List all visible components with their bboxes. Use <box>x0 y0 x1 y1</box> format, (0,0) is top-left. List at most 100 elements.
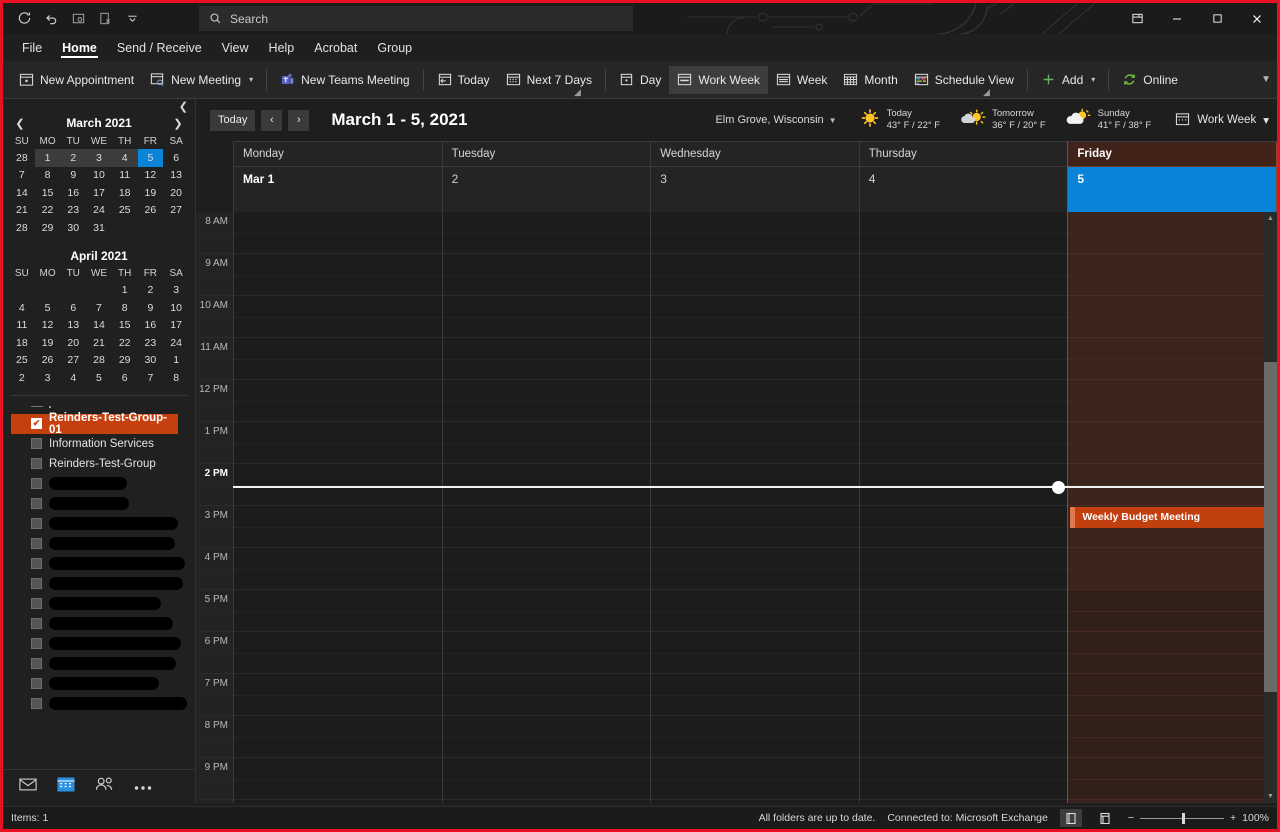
minical-day[interactable]: 11 <box>112 167 138 185</box>
calendar-checkbox[interactable] <box>31 678 42 689</box>
calendar-checkbox[interactable] <box>31 658 42 669</box>
time-slot[interactable] <box>442 758 651 800</box>
menu-item-home[interactable]: Home <box>53 37 106 58</box>
minical-day[interactable]: 9 <box>60 167 86 185</box>
time-slot[interactable] <box>1068 338 1276 380</box>
menu-item-view[interactable]: View <box>213 37 258 58</box>
minical-day[interactable]: 19 <box>35 334 61 352</box>
minical-day[interactable]: 21 <box>86 334 112 352</box>
minical-day[interactable]: 8 <box>35 167 61 185</box>
reading-view-button[interactable] <box>1094 809 1116 827</box>
today-button[interactable]: Today <box>210 109 256 131</box>
time-slot[interactable] <box>234 674 442 716</box>
ribbon-button-week[interactable]: Week <box>768 66 835 94</box>
time-slot[interactable] <box>234 296 442 338</box>
calendar-checkbox[interactable] <box>31 578 42 589</box>
day-column-tuesday[interactable] <box>441 212 651 803</box>
day-header-thursday[interactable]: Thursday 4 <box>858 142 1068 212</box>
minical-day[interactable]: 1 <box>163 352 189 370</box>
day-column-friday[interactable]: Weekly Budget Meeting <box>1067 212 1277 803</box>
minical-next-icon[interactable]: ❯ <box>172 117 184 130</box>
mail-module[interactable] <box>19 777 37 797</box>
time-slot[interactable] <box>1068 212 1276 254</box>
time-slot[interactable] <box>442 296 651 338</box>
minical-day[interactable]: 22 <box>112 334 138 352</box>
minical-day[interactable]: 13 <box>163 167 189 185</box>
ribbon-button-day[interactable]: Day <box>611 66 669 94</box>
calendar-list-item[interactable]: Reinders-Test-Group <box>11 454 195 474</box>
minical-day[interactable]: 1 <box>34 149 61 167</box>
time-slot[interactable] <box>234 758 442 800</box>
minical-day[interactable]: 28 <box>9 149 35 167</box>
undo-icon[interactable] <box>39 7 63 31</box>
day-header-tuesday[interactable]: Tuesday 2 <box>441 142 651 212</box>
more-module[interactable] <box>134 778 152 796</box>
minical-day[interactable]: 5 <box>35 299 61 317</box>
minical-day[interactable]: 15 <box>35 184 61 202</box>
time-slot[interactable] <box>1068 254 1276 296</box>
scroll-down-icon[interactable]: ▼ <box>1264 790 1277 803</box>
calendar-checkbox[interactable] <box>31 698 42 709</box>
time-slot[interactable] <box>651 212 859 254</box>
time-slot[interactable] <box>859 758 1068 800</box>
calendar-list-item-redacted[interactable] <box>11 514 195 534</box>
minical-day[interactable]: 26 <box>35 352 61 370</box>
time-slot[interactable] <box>442 548 651 590</box>
minical-day[interactable]: 4 <box>60 369 86 387</box>
time-slot[interactable] <box>234 338 442 380</box>
minical-day[interactable]: 12 <box>138 167 164 185</box>
ribbon-button-work-week[interactable]: Work Week <box>669 65 768 94</box>
time-slot[interactable] <box>1068 674 1276 716</box>
minical-day[interactable]: 1 <box>112 282 138 300</box>
minimize-icon[interactable] <box>1157 3 1197 34</box>
minical-day[interactable]: 7 <box>138 369 164 387</box>
previous-period-button[interactable]: ‹ <box>261 109 283 131</box>
weather-forecast-item[interactable]: Today 43° F / 22° F <box>849 108 951 133</box>
time-slot[interactable] <box>234 716 442 758</box>
minical-day[interactable]: 29 <box>35 219 61 237</box>
time-slot[interactable] <box>651 464 859 506</box>
minical-day[interactable]: 26 <box>138 202 164 220</box>
minical-day[interactable]: 8 <box>112 299 138 317</box>
time-slot[interactable] <box>1068 590 1276 632</box>
calendar-list-item-redacted[interactable] <box>11 654 195 674</box>
calendar-checkbox[interactable] <box>31 518 42 529</box>
minical-day[interactable]: 28 <box>86 352 112 370</box>
minical-day[interactable]: 13 <box>60 317 86 335</box>
time-slot[interactable] <box>651 590 859 632</box>
calendar-list-item[interactable]: Reinders-Test-Group-01 <box>11 412 178 436</box>
minical-day[interactable]: 24 <box>86 202 112 220</box>
time-slot[interactable] <box>651 506 859 548</box>
minical-day[interactable]: 5 <box>137 149 164 167</box>
minical-day[interactable]: 25 <box>9 352 35 370</box>
weather-forecast-item[interactable]: Sunday 41° F / 38° F <box>1056 108 1162 133</box>
minical-day[interactable]: 14 <box>86 317 112 335</box>
calendar-scrollbar[interactable]: ▲ ▼ <box>1264 212 1277 803</box>
minical-day[interactable]: 17 <box>163 317 189 335</box>
menu-item-acrobat[interactable]: Acrobat <box>305 37 366 58</box>
minical-day[interactable]: 27 <box>60 352 86 370</box>
minical-day[interactable]: 18 <box>9 334 35 352</box>
search-input[interactable]: Search <box>199 6 633 31</box>
time-slot[interactable] <box>234 590 442 632</box>
time-slot[interactable] <box>1068 464 1276 506</box>
time-slot[interactable] <box>859 674 1068 716</box>
menu-item-help[interactable]: Help <box>260 37 304 58</box>
minical-day[interactable]: 14 <box>9 184 35 202</box>
minical-day[interactable]: 27 <box>163 202 189 220</box>
day-header-friday[interactable]: Friday 5 <box>1067 142 1277 212</box>
ribbon-button-schedule-view[interactable]: Schedule View <box>906 66 1022 94</box>
calendar-checkbox[interactable] <box>31 418 42 429</box>
time-slot[interactable] <box>859 548 1068 590</box>
minical-day[interactable]: 10 <box>86 167 112 185</box>
minical-day[interactable]: 19 <box>138 184 164 202</box>
calendar-list-item-redacted[interactable] <box>11 474 195 494</box>
minical-day[interactable]: 6 <box>60 299 86 317</box>
people-module[interactable] <box>95 776 114 797</box>
time-slot[interactable] <box>442 212 651 254</box>
calendar-list-item[interactable]: Information Services <box>11 434 195 454</box>
calendar-list-item-redacted[interactable] <box>11 674 195 694</box>
calendar-checkbox[interactable] <box>31 618 42 629</box>
time-slot[interactable] <box>234 212 442 254</box>
minical-day[interactable]: 10 <box>163 299 189 317</box>
